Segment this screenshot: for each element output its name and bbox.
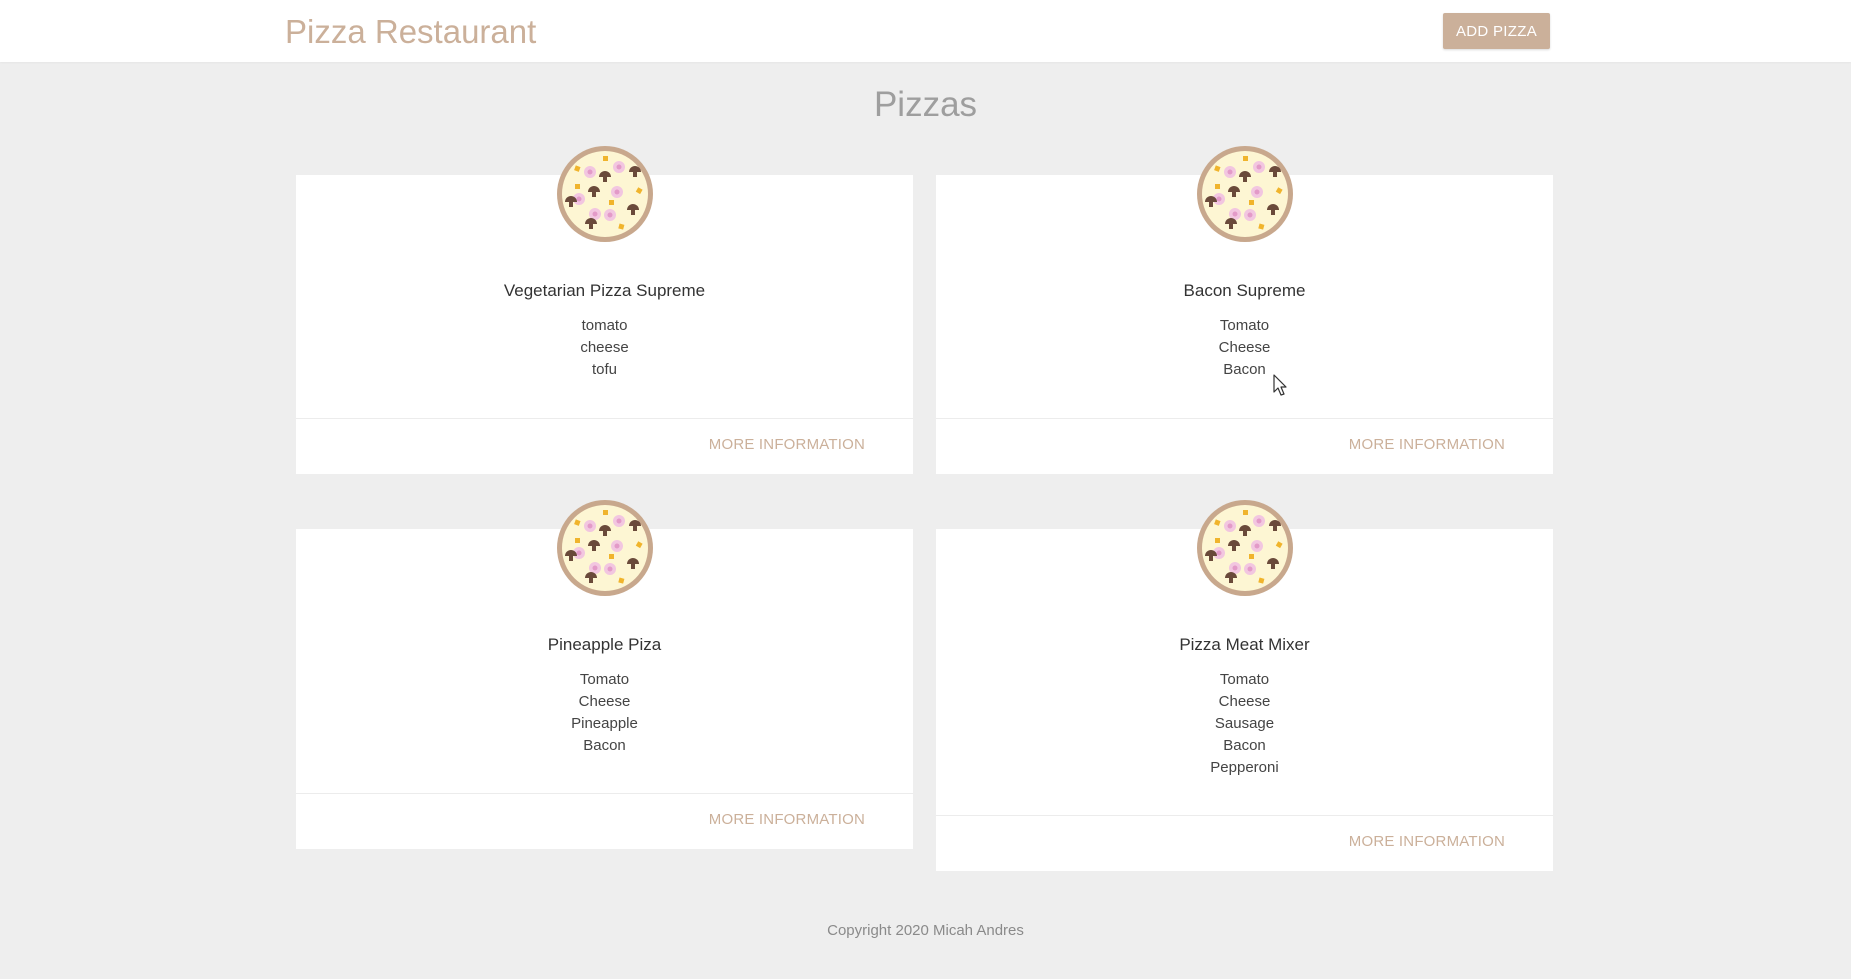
card-action: MORE INFORMATION — [296, 418, 913, 474]
footer-copyright: Copyright 2020 Micah Andres — [827, 922, 1024, 939]
ingredient: Pineapple — [571, 715, 638, 732]
card-action: MORE INFORMATION — [296, 793, 913, 849]
ingredient: Cheese — [1218, 693, 1271, 710]
ingredient: tofu — [591, 361, 618, 378]
ingredient: Tomato — [1219, 671, 1270, 688]
ingredient: Cheese — [1218, 339, 1271, 356]
ingredient: Tomato — [579, 671, 630, 688]
pizza-card: Pineapple Piza Tomato Cheese Pineapple B… — [296, 500, 913, 849]
ingredient: Sausage — [1214, 715, 1275, 732]
more-information-link[interactable]: MORE INFORMATION — [1349, 436, 1505, 453]
ingredient: Cheese — [578, 693, 631, 710]
ingredient: cheese — [580, 339, 629, 356]
ingredient-list: Tomato Cheese Bacon — [936, 315, 1553, 381]
pizza-card: Pizza Meat Mixer Tomato Cheese Sausage B… — [936, 500, 1553, 871]
add-pizza-button[interactable]: ADD PIZZA — [1443, 13, 1550, 49]
ingredient-list: Tomato Cheese Pineapple Bacon — [296, 669, 913, 757]
page-title: Pizzas — [873, 85, 978, 124]
pizza-name: Pineapple Piza — [547, 635, 662, 654]
more-information-link[interactable]: MORE INFORMATION — [1349, 833, 1505, 850]
brand-logo[interactable]: Pizza Restaurant — [285, 12, 536, 52]
pizza-name: Pizza Meat Mixer — [1179, 635, 1310, 654]
pizza-icon — [555, 144, 655, 244]
navbar: Pizza Restaurant ADD PIZZA — [0, 0, 1851, 62]
mouse-cursor-icon — [1273, 374, 1287, 396]
ingredient-list: tomato cheese tofu — [296, 315, 913, 381]
card-action: MORE INFORMATION — [936, 815, 1553, 871]
pizza-name: Vegetarian Pizza Supreme — [503, 281, 706, 300]
more-information-link[interactable]: MORE INFORMATION — [709, 436, 865, 453]
ingredient: Bacon — [1223, 737, 1266, 754]
pizza-card: Bacon Supreme Tomato Cheese Bacon MORE I… — [936, 146, 1553, 474]
pizza-icon — [555, 498, 655, 598]
pizza-card: Vegetarian Pizza Supreme tomato cheese t… — [296, 146, 913, 474]
ingredient-list: Tomato Cheese Sausage Bacon Pepperoni — [936, 669, 1553, 779]
card-action: MORE INFORMATION — [936, 418, 1553, 474]
ingredient: Bacon — [583, 737, 626, 754]
ingredient: Tomato — [1219, 317, 1270, 334]
ingredient: Bacon — [1223, 361, 1266, 378]
pizza-icon — [1195, 498, 1295, 598]
ingredient: tomato — [581, 317, 628, 334]
pizza-icon — [1195, 144, 1295, 244]
pizza-name: Bacon Supreme — [1183, 281, 1306, 300]
more-information-link[interactable]: MORE INFORMATION — [709, 811, 865, 828]
ingredient: Pepperoni — [1210, 759, 1279, 776]
